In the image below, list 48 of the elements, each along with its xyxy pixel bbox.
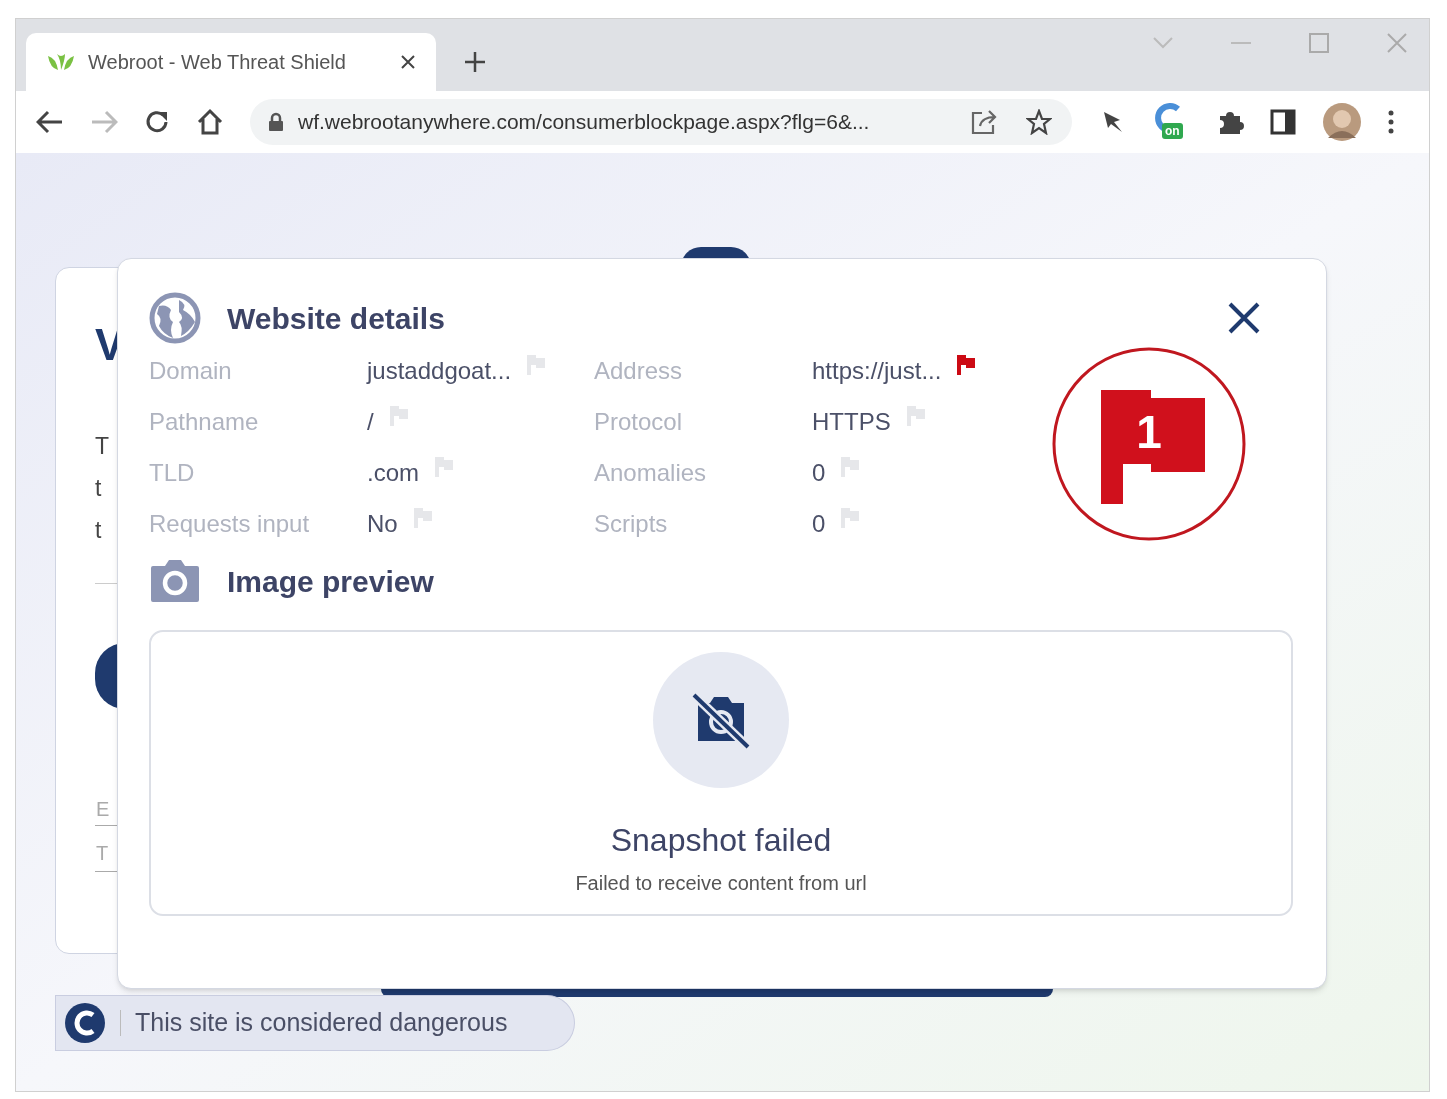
text-fragment: T: [95, 435, 110, 458]
avatar-icon[interactable]: [1322, 102, 1362, 142]
share-icon[interactable]: [970, 109, 998, 135]
detail-label: Protocol: [594, 407, 684, 437]
detail-value: HTTPS: [812, 407, 891, 437]
close-tab-icon[interactable]: [400, 54, 416, 70]
snapshot-status-message: Failed to receive content from url: [575, 871, 867, 896]
text-fragment: t: [95, 519, 102, 542]
menu-icon[interactable]: [1388, 110, 1394, 134]
status-text: This site is considered dangerous: [135, 1007, 508, 1039]
detail-label: Requests input: [149, 509, 311, 539]
flag-count-annotation: 1: [1050, 346, 1247, 542]
detail-value: justaddgoat...: [367, 356, 512, 386]
new-tab-icon[interactable]: [464, 51, 486, 73]
detail-value: No: [367, 509, 398, 539]
dialog-title: Website details: [227, 300, 446, 337]
detail-value: 0: [812, 458, 826, 488]
lock-icon: [268, 112, 284, 132]
detail-value: .com: [367, 458, 419, 488]
detail-value: 0: [812, 509, 826, 539]
logo-icon: [64, 1002, 106, 1044]
close-icon[interactable]: [1227, 301, 1261, 335]
detail-value: https://just...: [812, 356, 942, 386]
detail-label: Address: [594, 356, 684, 386]
home-icon[interactable]: [196, 108, 224, 136]
detail-label: Pathname: [149, 407, 260, 437]
detail-label: Scripts: [594, 509, 669, 539]
leaf-logo-icon: [46, 52, 76, 72]
globe-icon: [149, 292, 201, 344]
camera-icon: [149, 558, 201, 604]
detail-label: Anomalies: [594, 458, 708, 488]
snapshot-status-title: Snapshot failed: [610, 821, 832, 860]
section-title: Image preview: [227, 563, 434, 600]
back-icon[interactable]: [36, 110, 64, 134]
address-bar[interactable]: wf.webrootanywhere.com/consumerblockpage.aspx?flg=6&...: [250, 99, 1072, 145]
field-label-fragment: T: [96, 843, 109, 863]
detail-value: /: [367, 407, 374, 437]
detail-label: Domain: [149, 356, 233, 386]
star-icon[interactable]: [1026, 109, 1052, 135]
tab-title: Webroot - Web Threat Shield: [88, 50, 347, 75]
side-panel-icon[interactable]: [1270, 109, 1296, 135]
on-badge: on: [1162, 123, 1183, 139]
field-label-fragment: E: [96, 799, 110, 819]
reload-icon[interactable]: [144, 109, 170, 135]
browser-tab[interactable]: Webroot - Web Threat Shield: [26, 33, 436, 91]
detail-label: TLD: [149, 458, 196, 488]
url-text: wf.webrootanywhere.com/consumerblockpage.aspx?flg=6&...: [298, 109, 871, 136]
text-fragment: t: [95, 477, 102, 500]
